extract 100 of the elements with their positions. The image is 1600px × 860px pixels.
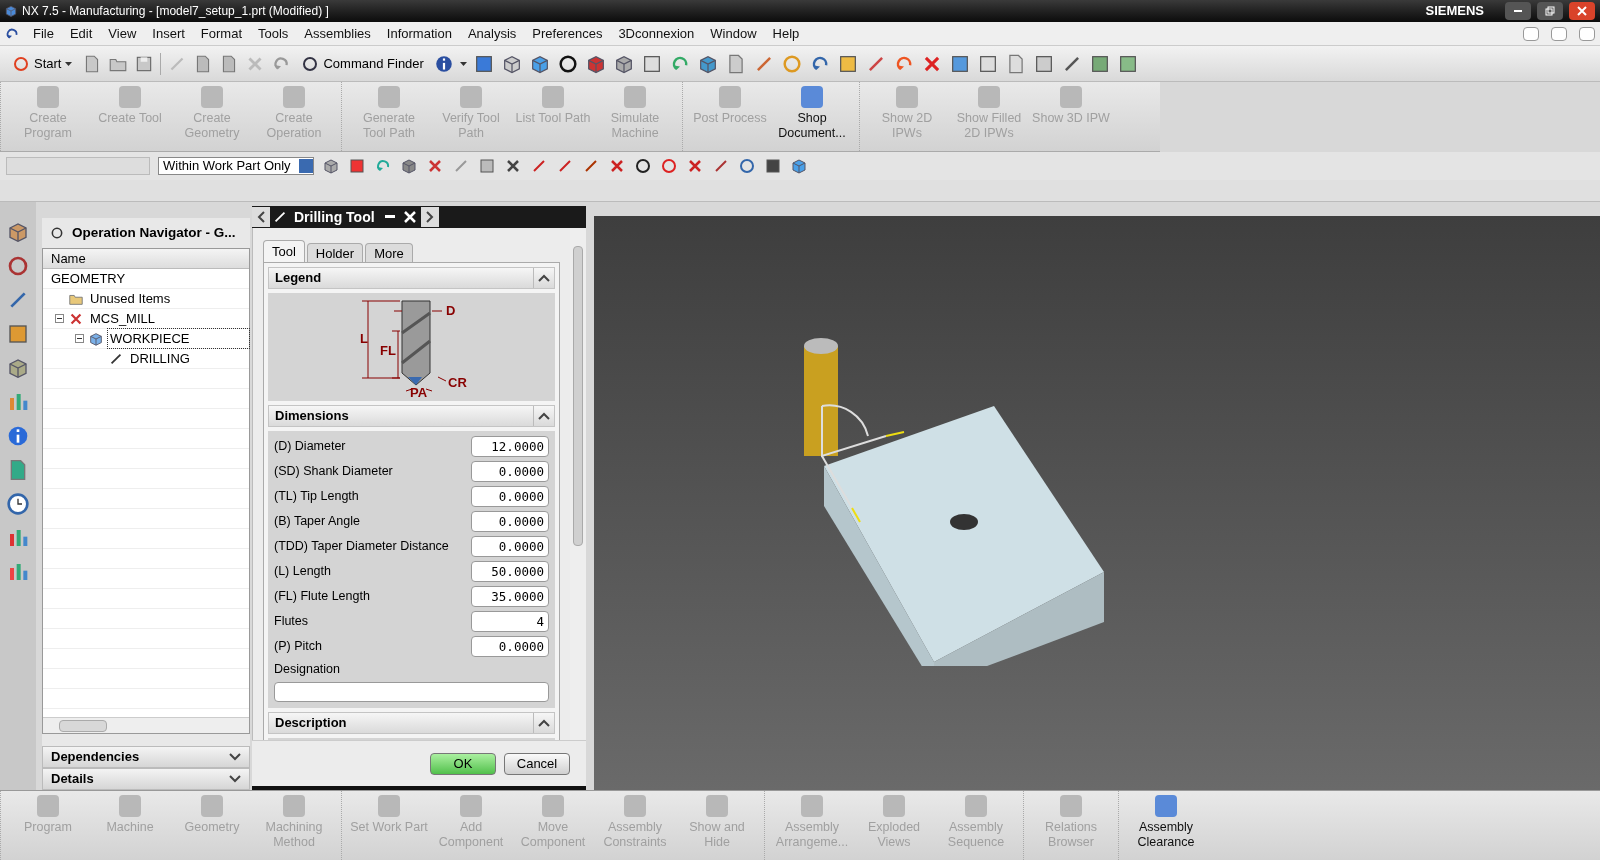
number-field[interactable]: 12.0000 xyxy=(471,435,549,457)
tab[interactable]: Tool xyxy=(263,240,305,262)
tree-item[interactable]: GEOMETRY xyxy=(49,268,128,289)
square-icon[interactable] xyxy=(763,157,782,175)
chevron-down-icon[interactable] xyxy=(229,753,241,761)
graphics-viewport[interactable] xyxy=(594,216,1600,790)
collapse-icon[interactable] xyxy=(75,334,84,343)
menu-item[interactable]: File xyxy=(30,23,57,44)
dialog-title: Drilling Tool xyxy=(293,207,376,227)
circle-icon xyxy=(301,54,320,73)
cube-icon xyxy=(4,4,18,18)
number-field[interactable]: 35.0000 xyxy=(471,585,549,607)
section-header[interactable]: Dimensions xyxy=(268,405,555,427)
close-icon xyxy=(1577,6,1587,16)
menu-item[interactable]: Insert xyxy=(149,23,188,44)
legend-label: PA xyxy=(409,385,427,400)
field-label: (SD) Shank Diameter xyxy=(274,462,393,480)
collapse-icon[interactable] xyxy=(55,314,64,323)
info-icon[interactable] xyxy=(433,53,454,74)
number-field[interactable]: 0.0000 xyxy=(471,535,549,557)
number-field[interactable]: 0.0000 xyxy=(471,460,549,482)
menu-item[interactable]: Edit xyxy=(66,23,96,44)
field-label: Designation xyxy=(274,661,341,678)
menu-item[interactable]: View xyxy=(105,23,140,44)
brand-logo-text: SIEMENS xyxy=(1425,2,1484,21)
field-label: (B) Taper Angle xyxy=(274,512,360,530)
menu-item[interactable]: Analysis xyxy=(464,23,520,44)
legend-label: D xyxy=(445,303,455,318)
previous-button[interactable] xyxy=(252,207,270,227)
chevron-down-icon[interactable] xyxy=(229,775,241,783)
tree-item[interactable]: WORKPIECE xyxy=(108,328,249,349)
tree-item[interactable]: DRILLING xyxy=(128,348,192,369)
circle-icon xyxy=(50,226,64,240)
menu-item[interactable]: Help xyxy=(769,23,803,44)
minimize-icon xyxy=(1514,10,1522,12)
ribbon-button[interactable]: Assembly Clearance xyxy=(1127,791,1205,850)
restore-button[interactable] xyxy=(1537,2,1563,20)
field-label: (P) Pitch xyxy=(274,637,322,655)
close-button[interactable] xyxy=(1569,2,1595,20)
field-label: (FL) Flute Length xyxy=(274,587,370,605)
clock-icon[interactable] xyxy=(6,492,30,516)
field-label: Flutes xyxy=(274,612,309,630)
menu-item[interactable]: Tools xyxy=(255,23,292,44)
column-header[interactable]: Name xyxy=(43,249,249,269)
dropdown-caret-icon[interactable] xyxy=(65,61,73,66)
designation-field[interactable] xyxy=(274,681,549,702)
document-restore-button[interactable] xyxy=(1551,26,1567,41)
menu-item[interactable]: 3Dconnexion xyxy=(615,23,698,44)
next-button[interactable] xyxy=(420,207,439,227)
cube-icon xyxy=(88,330,104,347)
menu-item[interactable]: Assemblies xyxy=(301,23,374,44)
document-close-button[interactable] xyxy=(1579,26,1595,41)
section-header[interactable]: Legend xyxy=(268,267,555,289)
cube-icon[interactable] xyxy=(789,157,808,175)
document-minimize-button[interactable] xyxy=(1523,26,1539,41)
circle-icon xyxy=(12,54,30,73)
chevron-right-icon xyxy=(425,211,434,223)
cube-icon[interactable] xyxy=(321,157,340,175)
close-icon xyxy=(403,211,416,223)
line-icon xyxy=(272,209,288,225)
legend-label: FL xyxy=(379,343,396,358)
ok-button[interactable]: OK xyxy=(430,752,496,775)
field-label: (D) Diameter xyxy=(274,437,346,455)
tree-item[interactable]: MCS_MILL xyxy=(88,308,158,329)
restore-icon xyxy=(1545,6,1555,16)
window-title: NX 7.5 - Manufacturing - [model7_setup_1.prt (Modified) ] xyxy=(22,3,329,20)
menu-item[interactable]: Window xyxy=(707,23,760,44)
minimize-icon xyxy=(384,215,395,219)
start-button[interactable]: Start xyxy=(8,53,77,74)
number-field[interactable]: 0.0000 xyxy=(471,635,549,657)
command-finder-button[interactable]: Command Finder xyxy=(297,53,428,74)
cube-icon[interactable] xyxy=(6,356,30,380)
legend-label: CR xyxy=(447,375,467,390)
square-icon[interactable] xyxy=(347,157,366,175)
chevron-left-icon xyxy=(257,211,265,223)
menu-item[interactable]: Preferences xyxy=(529,23,606,44)
number-field[interactable]: 0.0000 xyxy=(471,485,549,507)
tab[interactable]: More xyxy=(365,243,413,262)
number-field[interactable]: 4 xyxy=(471,610,549,632)
cube-icon[interactable] xyxy=(399,157,418,175)
tab[interactable]: Holder xyxy=(306,243,364,262)
cancel-button[interactable]: Cancel xyxy=(504,752,570,775)
menu-item[interactable]: Information xyxy=(383,23,455,44)
field-label: (TL) Tip Length xyxy=(274,487,359,505)
tree-item[interactable]: Unused Items xyxy=(88,288,173,309)
cube-icon[interactable] xyxy=(6,220,30,244)
section-header[interactable]: Description xyxy=(268,711,555,734)
circle-icon[interactable] xyxy=(633,157,652,175)
menu-item[interactable]: Format xyxy=(197,23,245,44)
panel-header[interactable]: Details xyxy=(42,768,250,790)
ribbon-button[interactable]: Shop Document... xyxy=(773,82,851,141)
scope-filter-dropdown[interactable]: Within Work Part Only xyxy=(158,157,314,175)
number-field[interactable]: 50.0000 xyxy=(471,560,549,582)
info-icon[interactable] xyxy=(6,424,30,448)
panel-header[interactable]: Dependencies xyxy=(42,746,250,768)
dropdown-caret-icon[interactable] xyxy=(459,61,467,66)
minimize-button[interactable] xyxy=(1505,2,1531,20)
horizontal-scrollbar[interactable] xyxy=(43,717,249,733)
number-field[interactable]: 0.0000 xyxy=(471,510,549,532)
field-label: (TDD) Taper Diameter Distance xyxy=(274,537,449,555)
